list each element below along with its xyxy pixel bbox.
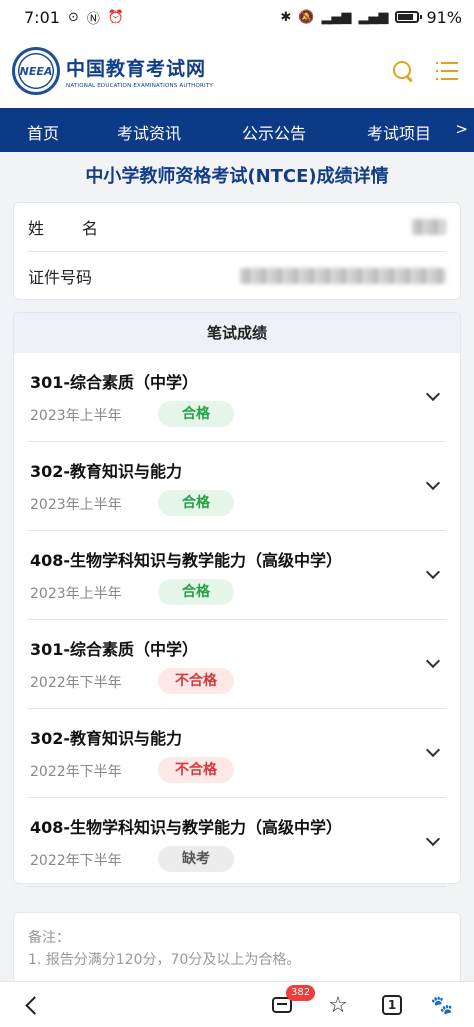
tabs-button[interactable]: 1 bbox=[372, 982, 412, 1027]
nav-item-exam-projects[interactable]: 考试项目 bbox=[367, 120, 431, 144]
status-time: 7:01 bbox=[24, 7, 60, 27]
search-icon[interactable] bbox=[392, 60, 414, 82]
score-subject: 408-生物学科知识与教学能力（高级中学） bbox=[30, 551, 343, 570]
score-item[interactable]: 301-综合素质（中学） 2023年上半年 合格 bbox=[28, 353, 446, 442]
nav-more-icon[interactable]: > bbox=[455, 120, 468, 138]
score-period: 2023年上半年 bbox=[30, 497, 122, 513]
result-badge: 合格 bbox=[158, 579, 234, 605]
bluetooth-icon: ✱ bbox=[280, 9, 292, 25]
logo-chinese-name: 中国教育考试网 bbox=[66, 57, 207, 80]
status-bar: 7:01 ⊙ Ⓝ ⏰ ✱ 🔕 ▂▄▆ ▂▄▆ 91% bbox=[0, 0, 474, 34]
score-subject: 302-教育知识与能力 bbox=[30, 729, 183, 748]
chevron-down-icon[interactable] bbox=[425, 475, 441, 491]
main-nav: 首页 考试资讯 公示公告 考试项目 > bbox=[0, 108, 474, 152]
nav-item-exam-news[interactable]: 考试资讯 bbox=[117, 120, 181, 144]
name-value-redacted bbox=[412, 219, 446, 235]
notes-label: 备注： bbox=[28, 930, 70, 946]
score-item[interactable]: 302-教育知识与能力 2022年下半年 不合格 bbox=[28, 709, 446, 798]
notes-line: 1. 报告分满分120分，70分及以上为合格。 bbox=[28, 952, 301, 968]
chevron-down-icon[interactable] bbox=[425, 386, 441, 402]
result-badge: 不合格 bbox=[158, 668, 234, 694]
site-header: NEEA 中国教育考试网 NATIONAL EDUCATION EXAMINAT… bbox=[0, 34, 474, 108]
nav-item-announcements[interactable]: 公示公告 bbox=[242, 120, 306, 144]
tabs-count: 1 bbox=[382, 995, 402, 1015]
name-label: 姓名 bbox=[28, 219, 137, 238]
nfc-icon: Ⓝ bbox=[86, 11, 100, 27]
score-subject: 301-综合素质（中学） bbox=[30, 640, 199, 659]
neea-logo-icon: NEEA bbox=[12, 47, 60, 95]
notification-icon: ⊙ bbox=[67, 9, 79, 25]
name-row: 姓名 bbox=[28, 203, 446, 251]
score-item[interactable]: 408-生物学科知识与教学能力（高级中学） 2022年下半年 缺考 bbox=[28, 798, 446, 887]
score-item[interactable]: 408-生物学科知识与教学能力（高级中学） 2023年上半年 合格 bbox=[28, 531, 446, 620]
logo-english-name: NATIONAL EDUCATION EXAMINATIONS AUTHORIT… bbox=[66, 82, 213, 89]
id-label: 证件号码 bbox=[28, 267, 93, 287]
site-logo[interactable]: NEEA 中国教育考试网 NATIONAL EDUCATION EXAMINAT… bbox=[12, 47, 213, 95]
menu-icon[interactable] bbox=[436, 62, 458, 80]
id-value-redacted bbox=[240, 267, 446, 284]
notes-card: 备注： 1. 报告分满分120分，70分及以上为合格。 bbox=[13, 912, 461, 992]
score-item[interactable]: 302-教育知识与能力 2023年上半年 合格 bbox=[28, 442, 446, 531]
chevron-down-icon[interactable] bbox=[425, 831, 441, 847]
favorite-button[interactable]: ☆ bbox=[318, 982, 358, 1027]
score-period: 2022年下半年 bbox=[30, 764, 122, 780]
chevron-down-icon[interactable] bbox=[425, 653, 441, 669]
back-icon bbox=[24, 995, 44, 1015]
star-icon: ☆ bbox=[328, 992, 348, 1018]
score-subject: 302-教育知识与能力 bbox=[30, 462, 183, 481]
mute-icon: 🔕 bbox=[298, 9, 315, 25]
score-subject: 301-综合素质（中学） bbox=[30, 373, 199, 392]
written-scores-card: 笔试成绩 301-综合素质（中学） 2023年上半年 合格 302-教育知识与能… bbox=[13, 312, 461, 887]
score-period: 2022年下半年 bbox=[30, 853, 122, 869]
alarm-icon: ⏰ bbox=[107, 9, 125, 25]
battery-percent: 91% bbox=[426, 7, 462, 27]
score-period: 2023年上半年 bbox=[30, 586, 122, 602]
chevron-down-icon[interactable] bbox=[425, 564, 441, 580]
page-title: 中小学教师资格考试(NTCE)成绩详情 bbox=[85, 166, 389, 187]
comment-count-badge: 382 bbox=[286, 985, 316, 1001]
nav-item-home[interactable]: 首页 bbox=[27, 120, 59, 144]
battery-icon bbox=[395, 11, 423, 23]
id-row: 证件号码 bbox=[28, 251, 446, 299]
browser-bottom-bar: 382 ☆ 1 🐾 bbox=[0, 981, 474, 1027]
comments-button[interactable]: 382 bbox=[262, 982, 316, 1027]
candidate-info-card: 姓名 证件号码 bbox=[13, 202, 461, 300]
result-badge: 不合格 bbox=[158, 757, 234, 783]
signal-icon: ▂▄▆ bbox=[321, 9, 352, 25]
result-badge: 合格 bbox=[158, 490, 234, 516]
score-subject: 408-生物学科知识与教学能力（高级中学） bbox=[30, 818, 343, 837]
score-item[interactable]: 301-综合素质（中学） 2022年下半年 不合格 bbox=[28, 620, 446, 709]
score-period: 2022年下半年 bbox=[30, 675, 122, 691]
back-button[interactable] bbox=[14, 982, 54, 1027]
result-badge: 缺考 bbox=[158, 846, 234, 872]
app-button[interactable]: 🐾 bbox=[422, 982, 462, 1027]
scores-heading: 笔试成绩 bbox=[14, 313, 460, 353]
signal-icon-2: ▂▄▆ bbox=[358, 9, 389, 25]
paw-icon: 🐾 bbox=[430, 994, 454, 1016]
result-badge: 合格 bbox=[158, 401, 234, 427]
score-period: 2023年上半年 bbox=[30, 408, 122, 424]
chevron-down-icon[interactable] bbox=[425, 742, 441, 758]
